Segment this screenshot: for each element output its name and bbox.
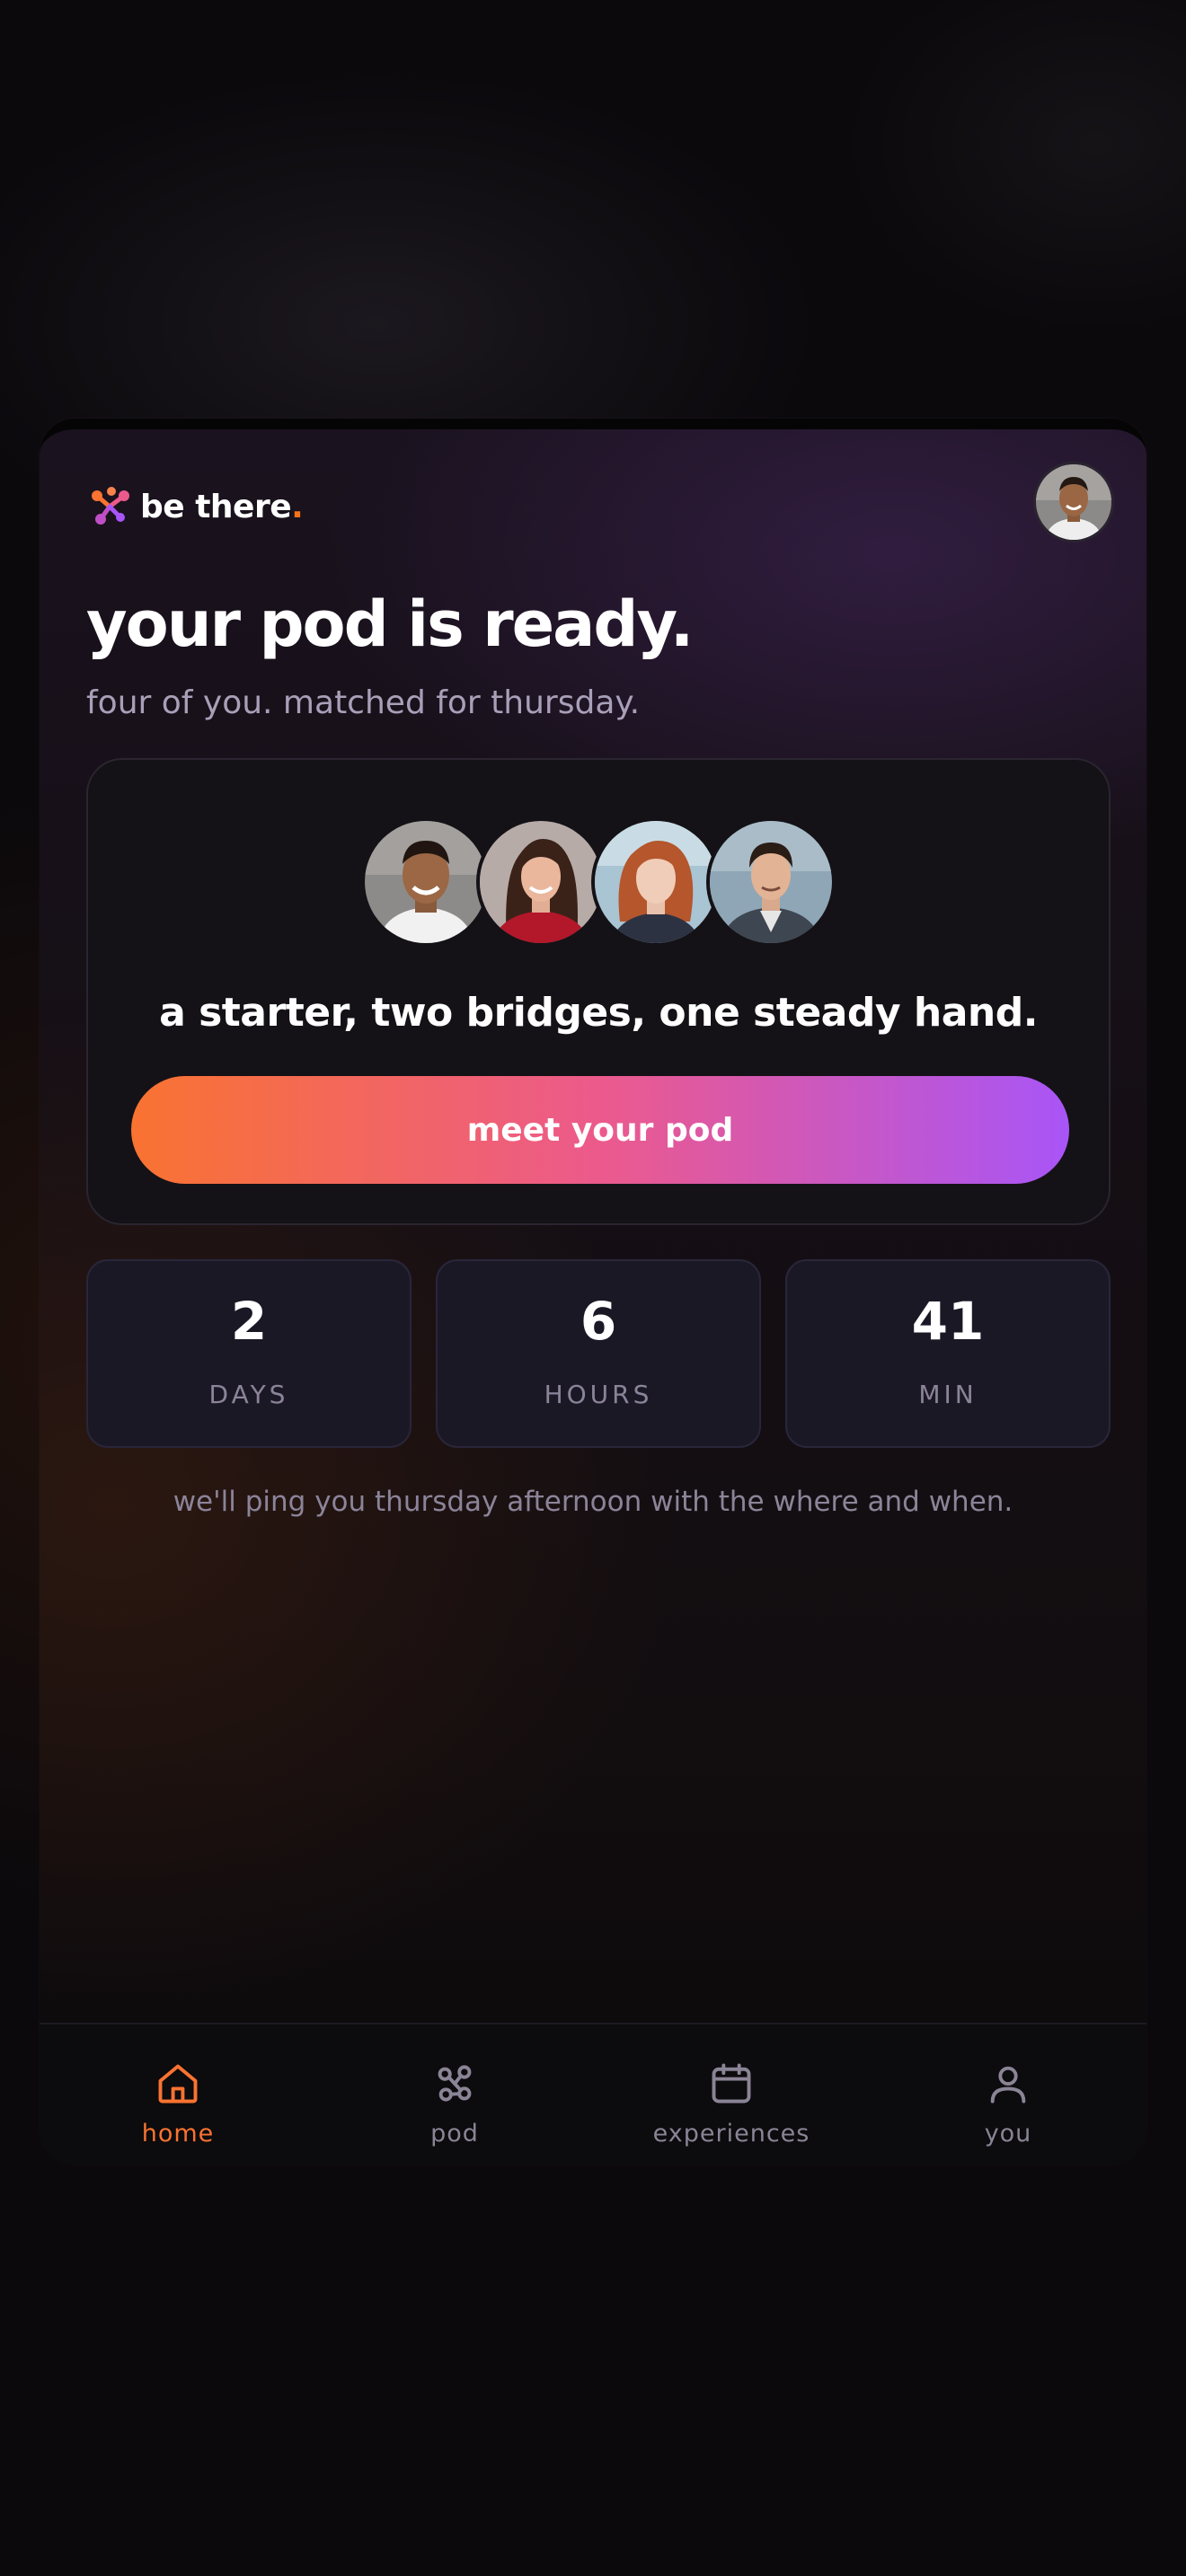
countdown-hours: 6 HOURS (436, 1259, 761, 1448)
tab-pod[interactable]: pod (316, 2025, 593, 2165)
brand-dot: . (291, 488, 304, 525)
member-avatar[interactable] (706, 817, 836, 947)
tab-experiences[interactable]: experiences (593, 2025, 870, 2165)
countdown-value: 6 (580, 1291, 617, 1352)
member-avatar[interactable] (591, 817, 721, 947)
tab-home[interactable]: home (40, 2025, 316, 2165)
countdown-unit: HOURS (544, 1380, 653, 1409)
profile-avatar-button[interactable] (1033, 462, 1114, 543)
tab-label: pod (430, 2120, 479, 2148)
brand-name: be there (140, 488, 292, 525)
page-title: your pod is ready. (86, 587, 694, 661)
tab-you[interactable]: you (870, 2025, 1146, 2165)
bottom-tab-bar: home pod experiences you (40, 2023, 1146, 2165)
home-icon (158, 2064, 198, 2104)
countdown: 2 DAYS 6 HOURS 41 MIN (86, 1259, 1111, 1448)
countdown-value: 41 (911, 1291, 985, 1352)
avatar-man-smiling-icon (365, 821, 487, 943)
brand-logo: be there. (90, 487, 304, 526)
countdown-unit: DAYS (208, 1380, 289, 1409)
avatar-woman-red-top-icon (480, 821, 602, 943)
tab-label: home (141, 2120, 215, 2148)
calendar-icon (712, 2063, 751, 2104)
countdown-unit: MIN (918, 1380, 978, 1409)
member-avatar[interactable] (476, 817, 606, 947)
page-subtitle: four of you. matched for thursday. (86, 684, 641, 721)
avatar-woman-auburn-hair-icon (595, 821, 717, 943)
avatar-man-suit-icon (710, 821, 832, 943)
tab-label: experiences (652, 2120, 810, 2148)
app-frame: be there. your pod is ready. four of you… (40, 419, 1146, 2165)
tab-label: you (984, 2120, 1032, 2148)
meet-your-pod-button[interactable]: meet your pod (131, 1076, 1069, 1184)
member-avatar[interactable] (361, 817, 491, 947)
pod-roles-summary: a starter, two bridges, one steady hand. (159, 990, 1038, 1036)
pod-icon (438, 2065, 472, 2102)
ping-note: we'll ping you thursday afternoon with t… (173, 1486, 1013, 1518)
brand-mark-icon (90, 487, 131, 526)
countdown-days: 2 DAYS (86, 1259, 412, 1448)
countdown-minutes: 41 MIN (785, 1259, 1111, 1448)
pod-member-avatars (88, 817, 1109, 947)
avatar-man-smiling-icon (1036, 464, 1111, 540)
pod-card: a starter, two bridges, one steady hand.… (86, 758, 1111, 1225)
countdown-value: 2 (230, 1291, 268, 1352)
user-icon (990, 2066, 1026, 2104)
